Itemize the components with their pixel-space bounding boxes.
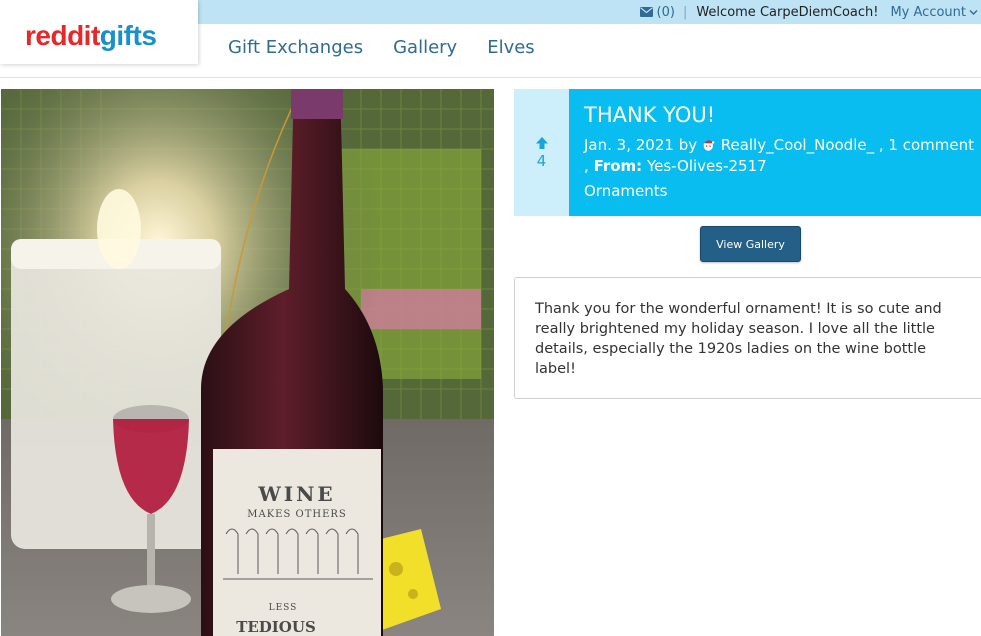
my-account-menu[interactable]: My Account: [890, 5, 978, 20]
post-info-panel: 4 THANK YOU! Jan. 3, 2021 by Really_Cool…: [514, 89, 981, 216]
view-gallery-button[interactable]: View Gallery: [700, 226, 801, 262]
vote-count: 4: [536, 151, 547, 170]
nav-divider: [0, 77, 981, 78]
main-nav: Gift Exchanges Gallery Elves: [228, 36, 535, 60]
post-description: Thank you for the wonderful ornament! It…: [535, 301, 942, 377]
nav-gift-exchanges[interactable]: Gift Exchanges: [228, 36, 363, 60]
logo[interactable]: redditgifts: [0, 0, 198, 64]
post-title: THANK YOU!: [584, 103, 716, 127]
description-box: Thank you for the wonderful ornament! It…: [514, 277, 981, 399]
author-link[interactable]: Really_Cool_Noodle_: [721, 135, 874, 155]
from-user-link[interactable]: Yes-Olives-2517: [647, 157, 767, 175]
nav-gallery[interactable]: Gallery: [393, 36, 457, 60]
from-label: From:: [593, 157, 643, 175]
nav-elves[interactable]: Elves: [487, 36, 534, 60]
photo-label-tedious: TEDIOUS: [236, 618, 316, 636]
logo-gifts-text: gifts: [99, 20, 157, 51]
top-utility-bar: (0) | Welcome CarpeDiemCoach! My Account: [198, 0, 981, 24]
post-date: Jan. 3, 2021: [584, 136, 674, 154]
logo-reddit-text: reddit: [25, 20, 100, 51]
photo-label-wine: WINE: [257, 482, 335, 506]
welcome-text: Welcome CarpeDiemCoach!: [696, 4, 879, 20]
vote-box: 4: [514, 89, 569, 216]
separator: |: [682, 4, 688, 20]
messages-link[interactable]: (0): [639, 4, 675, 20]
comments-link[interactable]: , 1 comment: [879, 135, 974, 155]
upvote-arrow-icon[interactable]: [535, 136, 549, 150]
chevron-down-icon: [969, 9, 978, 15]
photo-label-less: LESS: [269, 603, 298, 613]
gift-photo[interactable]: WINE MAKES OTHERS LESS TEDIOUS: [1, 89, 494, 636]
my-account-label: My Account: [890, 4, 966, 20]
messages-count: (0): [656, 4, 675, 20]
comma: ,: [584, 157, 589, 175]
category-link[interactable]: Ornaments: [584, 182, 974, 200]
photo-label-makes-others: MAKES OTHERS: [247, 509, 347, 520]
by-label: by: [678, 136, 698, 154]
santa-avatar-icon: [703, 140, 715, 151]
envelope-icon: [639, 7, 653, 17]
